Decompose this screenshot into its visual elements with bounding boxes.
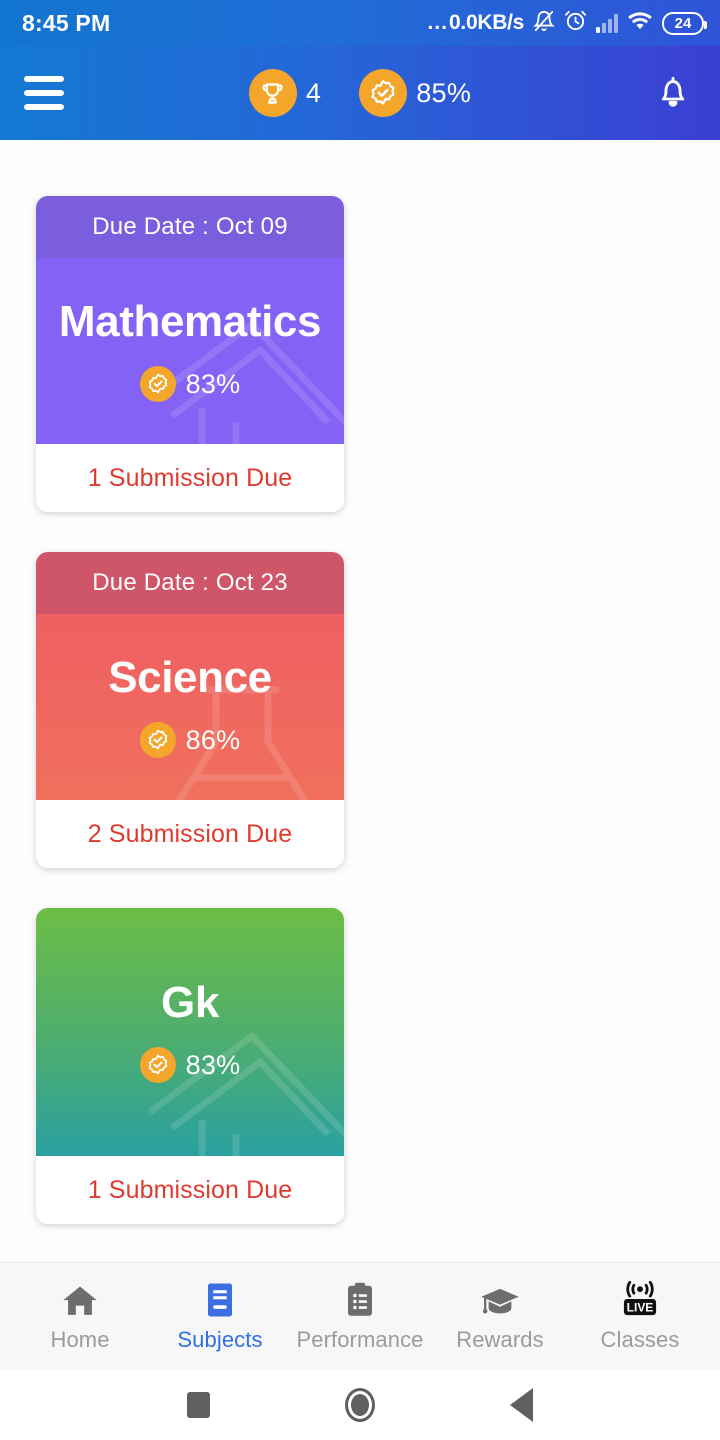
score-value: 86% (185, 724, 241, 755)
nav-label: Performance (296, 1327, 424, 1352)
graduation-cap-icon (480, 1280, 520, 1318)
verified-check-icon (359, 69, 408, 117)
live-broadcast-icon: LIVE (618, 1280, 662, 1318)
verified-check-icon (139, 1047, 176, 1083)
nav-label: Classes (600, 1327, 680, 1352)
network-dots: ... (427, 11, 449, 34)
app-bar: 4 85% (0, 46, 720, 140)
submission-status: 1 Submission Due (36, 444, 344, 512)
verified-check-icon (139, 722, 176, 758)
score-value: 83% (185, 1049, 241, 1080)
nav-label: Rewards (456, 1327, 544, 1352)
app-bar-badges: 4 85% (0, 69, 720, 117)
status-time: 8:45 PM (22, 9, 111, 36)
score-badge-appbar[interactable]: 85% (359, 69, 471, 117)
nav-item-home[interactable]: Home (12, 1280, 148, 1353)
circle-icon (344, 1388, 375, 1422)
subject-title: Science (108, 653, 272, 702)
score-value: 83% (185, 368, 241, 399)
alarm-icon (564, 9, 587, 37)
subject-grid: Due Date : Oct 09 Mathematics 83% 1 Subm… (0, 196, 720, 1224)
nav-item-rewards[interactable]: Rewards (432, 1280, 568, 1353)
square-icon (187, 1392, 211, 1418)
book-icon (205, 1280, 235, 1318)
geometry-tools-icon (147, 1032, 344, 1156)
submission-status: 2 Submission Due (36, 800, 344, 868)
home-button[interactable] (344, 1388, 375, 1422)
bell-muted-icon (532, 9, 556, 38)
subject-score: 86% (139, 722, 241, 758)
back-button[interactable] (509, 1388, 533, 1422)
nav-item-subjects[interactable]: Subjects (152, 1280, 288, 1353)
status-icons: ... 0.0KB/s 24 (427, 9, 707, 38)
trophy-count: 4 (305, 77, 322, 108)
nav-item-classes[interactable]: LIVE Classes (572, 1280, 708, 1353)
trophy-badge[interactable]: 4 (248, 69, 322, 117)
subject-title: Gk (161, 978, 219, 1027)
nav-label: Home (50, 1327, 110, 1352)
recents-button[interactable] (187, 1392, 211, 1418)
triangle-left-icon (509, 1388, 533, 1422)
card-body: Science 86% (36, 614, 344, 800)
card-body: Gk 83% (36, 908, 344, 1156)
subject-score: 83% (139, 1047, 241, 1083)
subject-score: 83% (139, 366, 241, 402)
svg-text:LIVE: LIVE (627, 1300, 654, 1314)
battery-icon: 24 (662, 11, 707, 35)
status-bar: 8:45 PM ... 0.0KB/s 24 (0, 0, 720, 46)
bottom-navigation: Home Subjects Performance Rewards LIVE C… (0, 1262, 720, 1370)
network-speed: ... 0.0KB/s (427, 11, 525, 35)
due-date-header: Due Date : Oct 09 (36, 196, 344, 258)
android-system-nav (0, 1370, 720, 1440)
battery-level: 24 (674, 14, 692, 32)
due-date-header: Due Date : Oct 23 (36, 552, 344, 614)
home-icon (61, 1280, 99, 1318)
wifi-icon (627, 10, 653, 36)
nav-item-performance[interactable]: Performance (292, 1280, 428, 1353)
hamburger-icon[interactable] (24, 76, 64, 110)
subject-title: Mathematics (58, 297, 322, 346)
subjects-content: Due Date : Oct 09 Mathematics 83% 1 Subm… (0, 140, 720, 1262)
subject-card-science[interactable]: Due Date : Oct 23 Science 86% 2 Submissi… (36, 552, 344, 868)
bell-icon[interactable] (650, 68, 696, 118)
overall-score: 85% (416, 77, 472, 108)
submission-status: 1 Submission Due (36, 1156, 344, 1224)
signal-icon (596, 13, 618, 33)
app-root: 8:45 PM ... 0.0KB/s 24 4 85% Due Date: … (0, 0, 720, 1440)
subject-card-mathematics[interactable]: Due Date : Oct 09 Mathematics 83% 1 Subm… (36, 196, 344, 512)
network-speed-value: 0.0KB/s (449, 11, 524, 34)
subject-card-gk[interactable]: Gk 83% 1 Submission Due (36, 908, 344, 1224)
verified-check-icon (139, 366, 176, 402)
nav-label: Subjects (177, 1327, 263, 1352)
clipboard-list-icon (345, 1280, 375, 1318)
card-body: Mathematics 83% (36, 258, 344, 444)
trophy-icon (248, 69, 297, 117)
